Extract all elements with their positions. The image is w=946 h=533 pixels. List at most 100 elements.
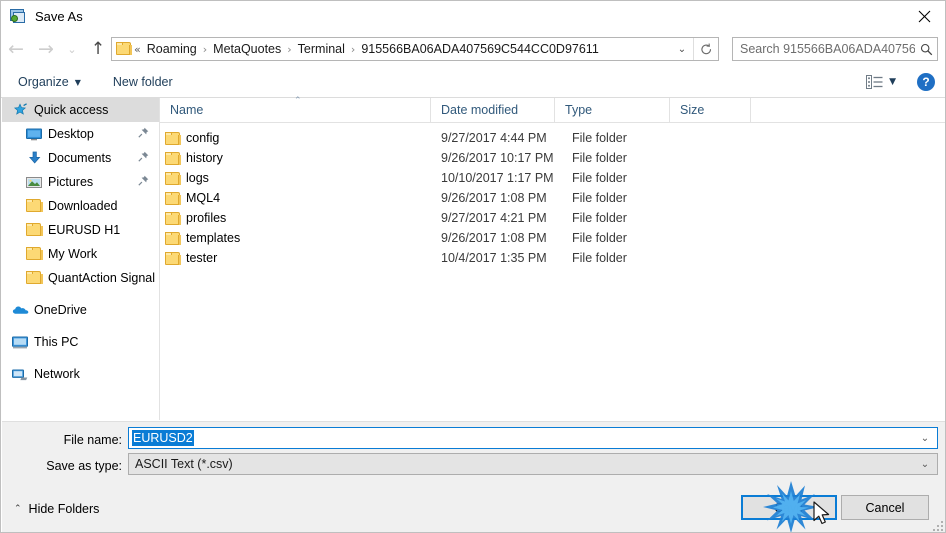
file-name: tester — [186, 251, 218, 265]
table-row[interactable]: profiles 9/27/2017 4:21 PM File folder — [160, 208, 945, 228]
file-name: config — [186, 131, 220, 145]
column-header-type-label: Type — [565, 103, 593, 117]
sidebar-item-network[interactable]: Network — [2, 362, 159, 386]
organize-button[interactable]: Organize ▼ — [9, 71, 90, 93]
column-header-date-modified[interactable]: Date modified — [431, 98, 555, 122]
pin-icon[interactable] — [138, 127, 149, 141]
address-chevron-down-icon[interactable]: ⌄ — [671, 38, 693, 60]
title-bar: Save As — [1, 1, 945, 31]
file-date-modified: 10/10/2017 1:17 PM — [441, 171, 554, 185]
back-arrow-icon[interactable]: ← — [1, 34, 31, 64]
folder-icon — [160, 151, 186, 165]
column-header-size[interactable]: Size — [670, 98, 751, 122]
search-icon[interactable] — [915, 43, 937, 56]
file-type: File folder — [572, 231, 627, 245]
chevron-down-icon[interactable]: ⌄ — [914, 454, 936, 474]
pin-icon[interactable] — [138, 151, 149, 165]
metatrader-icon — [9, 7, 27, 25]
recent-locations-chevron-down-icon[interactable]: ⌄ — [61, 34, 83, 64]
sort-ascending-icon: ⌃ — [294, 96, 302, 106]
view-chevron-down-icon[interactable]: ▼ — [887, 77, 905, 87]
table-row[interactable]: logs 10/10/2017 1:17 PM File folder — [160, 168, 945, 188]
save-as-type-select[interactable]: ASCII Text (*.csv) ⌄ — [128, 453, 938, 475]
cancel-button[interactable]: Cancel — [841, 495, 929, 520]
sidebar-item-label: Desktop — [48, 127, 94, 141]
sidebar-item-documents[interactable]: Documents — [2, 146, 159, 170]
breadcrumb: « Roaming › MetaQuotes › Terminal › 9155… — [132, 42, 671, 56]
table-row[interactable]: MQL4 9/26/2017 1:08 PM File folder — [160, 188, 945, 208]
hide-folders-label: Hide Folders — [28, 502, 100, 516]
sidebar-item-label: Quick access — [34, 103, 109, 117]
organize-label: Organize — [18, 75, 69, 89]
file-type: File folder — [572, 151, 627, 165]
table-row[interactable]: history 9/26/2017 10:17 PM File folder — [160, 148, 945, 168]
address-bar[interactable]: « Roaming › MetaQuotes › Terminal › 9155… — [111, 37, 719, 61]
file-list-pane: Name ⌃ Date modified Type Size config 9/… — [160, 96, 945, 420]
file-type: File folder — [572, 211, 627, 225]
forward-arrow-icon[interactable]: → — [31, 34, 61, 64]
breadcrumb-item-instance-id[interactable]: 915566BA06ADA407569C544CC0D97611 — [358, 42, 601, 56]
chevron-down-icon[interactable]: ⌄ — [914, 428, 936, 448]
save-button[interactable]: Save — [741, 495, 837, 520]
sidebar-item-desktop[interactable]: Desktop — [2, 122, 159, 146]
folder-icon — [24, 198, 44, 214]
help-button[interactable]: ? — [917, 73, 935, 91]
toolbar-right-group: ▼ ? — [863, 67, 941, 97]
desktop-icon — [24, 126, 44, 142]
sidebar-item-downloaded[interactable]: Downloaded — [2, 194, 159, 218]
view-layout-icon[interactable] — [863, 73, 885, 91]
sidebar-item-label: Downloaded — [48, 199, 118, 213]
search-input[interactable]: Search 915566BA06ADA40756... — [740, 42, 915, 56]
table-row[interactable]: tester 10/4/2017 1:35 PM File folder — [160, 248, 945, 268]
file-rows: config 9/27/2017 4:44 PM File folder his… — [160, 123, 945, 268]
hide-folders-button[interactable]: ⌃ Hide Folders — [14, 502, 99, 516]
sidebar-item-onedrive[interactable]: OneDrive — [2, 298, 159, 322]
sidebar-item-quick-access[interactable]: Quick access — [2, 98, 159, 122]
close-icon[interactable] — [901, 1, 945, 31]
sidebar-item-label: My Work — [48, 247, 98, 261]
command-toolbar: Organize ▼ New folder ▼ ? — [1, 67, 945, 98]
folder-icon — [24, 270, 44, 286]
chevron-up-icon: ⌃ — [14, 504, 22, 514]
file-name-input[interactable]: EURUSD2 ⌄ — [128, 427, 938, 449]
column-header-size-label: Size — [680, 103, 705, 117]
breadcrumb-separator: › — [287, 42, 292, 56]
column-header-type[interactable]: Type — [555, 98, 670, 122]
file-name: MQL4 — [186, 191, 221, 205]
sidebar-item-label: OneDrive — [34, 303, 87, 317]
this-pc-icon — [10, 334, 30, 350]
folder-icon — [160, 191, 186, 205]
file-type: File folder — [572, 171, 627, 185]
column-header-name[interactable]: Name ⌃ — [160, 96, 431, 122]
pin-icon[interactable] — [138, 175, 149, 189]
table-row[interactable]: config 9/27/2017 4:44 PM File folder — [160, 128, 945, 148]
breadcrumb-item-terminal[interactable]: Terminal — [295, 42, 348, 56]
file-name-value: EURUSD2 — [132, 430, 194, 446]
search-box[interactable]: Search 915566BA06ADA40756... — [732, 37, 938, 61]
file-type: File folder — [572, 191, 627, 205]
file-date-modified: 10/4/2017 1:35 PM — [441, 251, 547, 265]
sidebar-item-my-work[interactable]: My Work — [2, 242, 159, 266]
refresh-icon[interactable] — [693, 38, 718, 60]
up-arrow-icon[interactable]: ↑ — [83, 34, 113, 64]
save-as-type-value: ASCII Text (*.csv) — [135, 457, 233, 471]
breadcrumb-separator: › — [202, 42, 208, 56]
file-date-modified: 9/27/2017 4:44 PM — [441, 131, 547, 145]
navigation-pane: Quick access Desktop Documents Pictures … — [2, 98, 159, 420]
sidebar-item-label: Documents — [48, 151, 112, 165]
sidebar-item-eurusd-h1[interactable]: EURUSD H1 — [2, 218, 159, 242]
folder-icon — [160, 251, 186, 265]
breadcrumb-overflow[interactable]: « — [132, 43, 144, 56]
documents-download-icon — [24, 150, 44, 166]
file-date-modified: 9/27/2017 4:21 PM — [441, 211, 547, 225]
resize-grip[interactable] — [931, 519, 943, 531]
new-folder-button[interactable]: New folder — [104, 71, 182, 93]
breadcrumb-item-metaquotes[interactable]: MetaQuotes — [210, 42, 284, 56]
network-icon — [10, 366, 30, 382]
sidebar-item-quantaction-signal[interactable]: QuantAction Signal — [2, 266, 159, 290]
breadcrumb-item-roaming[interactable]: Roaming — [144, 42, 200, 56]
sidebar-item-this-pc[interactable]: This PC — [2, 330, 159, 354]
folder-icon — [24, 222, 44, 238]
table-row[interactable]: templates 9/26/2017 1:08 PM File folder — [160, 228, 945, 248]
sidebar-item-pictures[interactable]: Pictures — [2, 170, 159, 194]
